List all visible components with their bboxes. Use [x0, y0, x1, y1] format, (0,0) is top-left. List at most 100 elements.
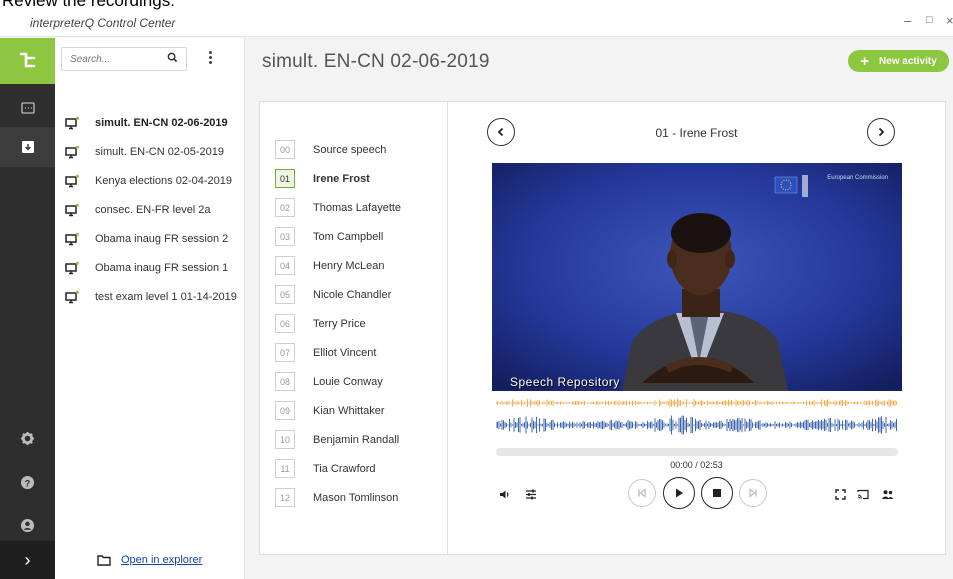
participant-item[interactable]: 01 Irene Frost: [275, 164, 401, 193]
participant-item[interactable]: 06 Terry Price: [275, 309, 401, 338]
participant-item[interactable]: 02 Thomas Lafayette: [275, 193, 401, 222]
app-logo-icon: [19, 52, 35, 68]
task-caption: Review the recordings:: [2, 0, 175, 10]
participant-item[interactable]: 09 Kian Whittaker: [275, 396, 401, 425]
participant-item[interactable]: 12 Mason Tomlinson: [275, 483, 401, 512]
activity-item[interactable]: Obama inaug FR session 1: [65, 253, 237, 282]
video-frame[interactable]: European Commission Speech Repository: [492, 163, 902, 391]
participant-list-pane: 00 Source speech 01 Irene Frost 02 Thomas Laf…: [260, 102, 448, 554]
monitor-icon: [65, 261, 79, 274]
sliders-icon: [526, 489, 536, 499]
new-activity-label: New activity: [878, 55, 937, 67]
activity-item[interactable]: Kenya elections 02-04-2019: [65, 166, 237, 195]
page-title: simult. EN-CN 02-06-2019: [262, 51, 490, 72]
participant-item[interactable]: 11 Tia Crawford: [275, 454, 401, 483]
participant-number: 07: [275, 343, 295, 362]
review-card: 00 Source speech 01 Irene Frost 02 Thomas Laf…: [259, 101, 946, 555]
open-in-explorer[interactable]: Open in explorer: [97, 554, 202, 566]
folder-icon: [97, 554, 111, 566]
participant-item[interactable]: 00 Source speech: [275, 135, 401, 164]
participant-item[interactable]: 05 Nicole Chandler: [275, 280, 401, 309]
fullscreen-button[interactable]: [831, 485, 849, 503]
participant-name: Tia Crawford: [313, 462, 376, 475]
rail-review[interactable]: [0, 127, 55, 167]
maximize-button[interactable]: □: [926, 14, 933, 26]
minimize-button[interactable]: –: [904, 13, 911, 28]
search-icon[interactable]: [167, 52, 178, 63]
plus-icon: +: [860, 52, 869, 70]
stop-button[interactable]: [701, 477, 733, 509]
app-logo[interactable]: [0, 38, 55, 84]
interpretation-waveform[interactable]: [496, 414, 898, 436]
volume-button[interactable]: [496, 485, 514, 503]
participant-name: Tom Campbell: [313, 230, 384, 243]
participant-number: 09: [275, 401, 295, 420]
activity-item[interactable]: simult. EN-CN 02-06-2019: [65, 108, 237, 137]
participants-button[interactable]: [878, 485, 896, 503]
close-button[interactable]: ×: [946, 13, 953, 28]
participant-number: 11: [275, 459, 295, 478]
search-input[interactable]: [62, 48, 152, 70]
participant-name: Irene Frost: [313, 172, 370, 185]
main-header: simult. EN-CN 02-06-2019 + New activity: [245, 38, 953, 98]
cast-button[interactable]: [854, 485, 872, 503]
rail-recordings[interactable]: [0, 88, 55, 128]
new-activity-button[interactable]: + New activity: [848, 50, 949, 72]
chevron-right-icon: [878, 127, 885, 137]
participant-number: 04: [275, 256, 295, 275]
activity-item[interactable]: test exam level 1 01-14-2019: [65, 282, 237, 311]
seek-bar[interactable]: [496, 448, 898, 456]
play-button[interactable]: [663, 477, 695, 509]
activity-item[interactable]: simult. EN-CN 02-05-2019: [65, 137, 237, 166]
participant-item[interactable]: 10 Benjamin Randall: [275, 425, 401, 454]
open-in-explorer-link[interactable]: Open in explorer: [121, 554, 202, 566]
participant-name: Henry McLean: [313, 259, 385, 272]
rail-help[interactable]: ?: [0, 462, 55, 502]
activity-label: simult. EN-CN 02-05-2019: [95, 145, 224, 158]
participant-number: 10: [275, 430, 295, 449]
skip-back-button[interactable]: [628, 479, 656, 507]
participant-name: Benjamin Randall: [313, 433, 400, 446]
settings-icon: [20, 431, 35, 445]
more-options-icon[interactable]: [205, 51, 215, 67]
monitor-icon: [65, 145, 79, 158]
rail-settings[interactable]: [0, 418, 55, 458]
skip-next-icon: [749, 488, 757, 498]
volume-icon: [500, 490, 509, 498]
search-box[interactable]: [61, 47, 187, 71]
ec-logo-text: European Commission: [827, 175, 888, 181]
participant-name: Kian Whittaker: [313, 404, 385, 417]
group-icon: [881, 489, 893, 499]
rail-user[interactable]: [0, 505, 55, 545]
participant-number: 06: [275, 314, 295, 333]
activity-item[interactable]: Obama inaug FR session 2: [65, 224, 237, 253]
participant-number: 01: [275, 169, 295, 188]
recordings-icon: [20, 102, 35, 114]
participant-item[interactable]: 03 Tom Campbell: [275, 222, 401, 251]
expand-rail-button[interactable]: ›: [0, 541, 55, 579]
speaker-video-image: [492, 163, 902, 391]
monitor-icon: [65, 232, 79, 245]
activity-label: Kenya elections 02-04-2019: [95, 174, 232, 187]
activity-item[interactable]: consec. EN-FR level 2a: [65, 195, 237, 224]
equalizer-button[interactable]: [522, 485, 540, 503]
play-icon: [676, 488, 683, 498]
next-track-button[interactable]: [867, 118, 895, 146]
activity-label: simult. EN-CN 02-06-2019: [95, 116, 228, 129]
window-title: interpreterQ Control Center: [30, 16, 176, 30]
participant-list: 00 Source speech 01 Irene Frost 02 Thomas Laf…: [275, 135, 401, 512]
participant-item[interactable]: 04 Henry McLean: [275, 251, 401, 280]
activity-label: test exam level 1 01-14-2019: [95, 290, 237, 303]
video-watermark: Speech Repository: [510, 375, 620, 389]
nav-rail: ? ›: [0, 38, 55, 579]
participant-item[interactable]: 08 Louie Conway: [275, 367, 401, 396]
skip-forward-button[interactable]: [739, 479, 767, 507]
participant-number: 05: [275, 285, 295, 304]
activity-list: simult. EN-CN 02-06-2019 simult. EN-CN 02…: [65, 108, 237, 311]
stop-icon: [713, 489, 721, 497]
participant-item[interactable]: 07 Elliot Vincent: [275, 338, 401, 367]
activity-label: Obama inaug FR session 1: [95, 261, 229, 274]
skip-previous-icon: [638, 488, 646, 498]
source-waveform[interactable]: [496, 396, 898, 410]
title-bar: interpreterQ Control Center – □ ×: [0, 10, 953, 37]
